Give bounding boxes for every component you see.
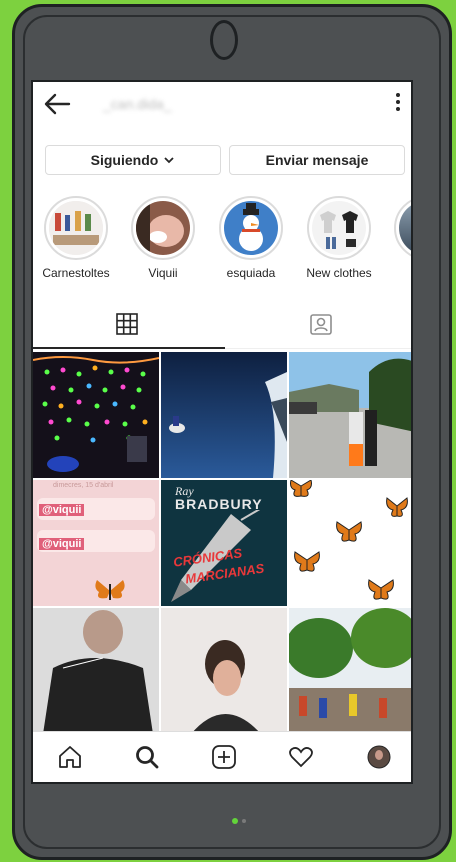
screen: _can.dida_ Siguiendo Enviar mensaje Carn… — [31, 80, 413, 784]
story-highlight[interactable]: Viquii — [128, 196, 198, 280]
story-ring — [131, 196, 195, 260]
grid-icon[interactable] — [115, 312, 139, 336]
festival-street-image — [289, 608, 411, 734]
butterfly-icon — [95, 580, 125, 600]
story-thumbnail — [312, 201, 366, 255]
story-thumbnail — [224, 201, 278, 255]
story-highlight[interactable]: Carnestoltes — [41, 196, 111, 280]
following-label: Siguiendo — [90, 152, 159, 168]
send-message-button[interactable]: Enviar mensaje — [229, 145, 405, 175]
tagged-icon[interactable] — [308, 311, 334, 337]
post-thumbnail[interactable] — [289, 352, 411, 478]
post-thumbnail[interactable]: Ray BRADBURY CRÓNICAS MARCIANAS — [161, 480, 287, 606]
sensor-dot — [242, 819, 246, 823]
story-ring — [394, 196, 411, 260]
post-thumbnail[interactable]: dimecres, 15 d'abril @viquii @viquii — [33, 480, 159, 606]
story-ring — [307, 196, 371, 260]
username: _can.dida_ — [103, 96, 172, 112]
home-icon[interactable] — [57, 744, 83, 770]
disco-lights-image — [33, 352, 159, 478]
add-post-icon[interactable] — [211, 744, 237, 770]
story-label: Carnestoltes — [42, 266, 110, 280]
story-thumbnail — [49, 201, 103, 255]
story-art — [136, 201, 190, 255]
story-label: esquiada — [226, 266, 276, 280]
profile-tabs — [33, 298, 411, 349]
post-thumbnail[interactable] — [33, 608, 159, 734]
search-icon[interactable] — [134, 744, 160, 770]
more-options-icon[interactable] — [395, 92, 401, 112]
post-thumbnail[interactable] — [33, 352, 159, 478]
active-tab-indicator — [33, 347, 225, 349]
send-message-label: Enviar mensaje — [265, 152, 369, 168]
post-thumbnail[interactable] — [289, 608, 411, 734]
profile-avatar[interactable] — [366, 744, 392, 770]
clothes-icon — [312, 201, 366, 255]
post-thumbnail[interactable] — [289, 480, 411, 606]
story-thumbnail — [399, 201, 411, 255]
story-ring — [44, 196, 108, 260]
portrait-photo-image — [161, 608, 287, 734]
phone-speaker — [210, 20, 238, 60]
story-highlight[interactable]: esquiada — [216, 196, 286, 280]
profile-header: _can.dida_ — [33, 82, 411, 130]
story-ring — [219, 196, 283, 260]
story-label: Viquii — [148, 266, 178, 280]
post-thumbnail[interactable] — [161, 352, 287, 478]
heart-icon[interactable] — [288, 744, 314, 770]
ski-jump-image — [161, 352, 287, 478]
butterflies-image — [290, 480, 408, 600]
story-label: New clothes — [306, 266, 372, 280]
post-date: dimecres, 15 d'abril — [53, 482, 114, 489]
street-photo-image — [289, 352, 411, 478]
back-arrow-icon[interactable] — [43, 92, 71, 116]
story-highlight[interactable] — [391, 196, 411, 266]
bottom-nav — [33, 731, 411, 782]
story-art — [49, 201, 103, 255]
chevron-down-icon — [164, 157, 174, 164]
post-thumbnail[interactable] — [161, 608, 287, 734]
camera-dot — [232, 818, 238, 824]
mention-tag: @viquii — [39, 538, 85, 550]
hoodie-photo-image — [33, 608, 159, 734]
following-button[interactable]: Siguiendo — [45, 145, 221, 175]
story-thumbnail — [136, 201, 190, 255]
mention-tag: @viquii — [39, 504, 85, 516]
snowman-icon — [224, 201, 278, 255]
story-highlight[interactable]: New clothes — [304, 196, 374, 280]
